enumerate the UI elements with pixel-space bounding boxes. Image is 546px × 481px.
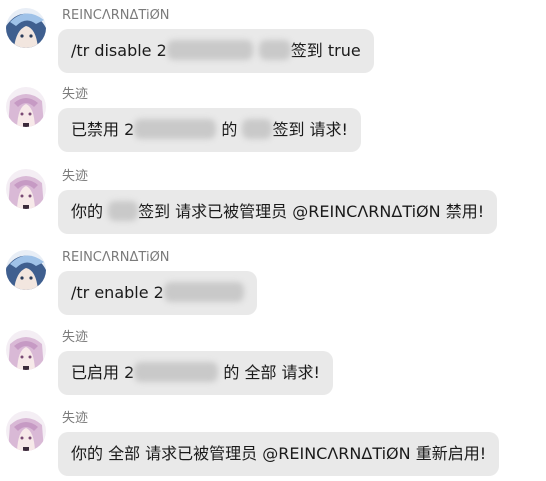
message-text: 你的 — [71, 202, 109, 221]
avatar[interactable] — [6, 330, 46, 370]
message-text: 的 — [216, 120, 243, 139]
message-text: /tr disable 2 — [71, 41, 167, 60]
message-text: /tr enable 2 — [71, 283, 164, 302]
sender-name: REINCΛRNΔTiØN — [62, 8, 170, 23]
avatar[interactable] — [6, 8, 46, 48]
redacted-text — [134, 119, 217, 139]
message-text: 的 全部 请求! — [218, 363, 320, 382]
message-bubble[interactable]: 你的 全部 请求已被管理员 @REINCΛRNΔTiØN 重新启用! — [58, 432, 500, 476]
anime-pink-avatar-icon — [6, 169, 46, 209]
anime-blue-avatar-icon — [6, 250, 46, 290]
message-text: 已禁用 2 — [71, 120, 135, 139]
message-bubble[interactable]: 已启用 2 的 全部 请求! — [58, 351, 333, 395]
message-bubble[interactable]: 已禁用 2 的 签到 请求! — [58, 108, 361, 152]
redacted-text — [242, 119, 273, 139]
message-bubble[interactable]: 你的 签到 请求已被管理员 @REINCΛRNΔTiØN 禁用! — [58, 190, 498, 234]
anime-pink-avatar-icon — [6, 330, 46, 370]
anime-blue-avatar-icon — [6, 8, 46, 48]
avatar[interactable] — [6, 87, 46, 127]
message-bubble[interactable]: /tr enable 2 — [58, 271, 257, 315]
message-text: 你的 全部 请求已被管理员 @REINCΛRNΔTiØN 重新启用! — [71, 444, 487, 463]
avatar[interactable] — [6, 169, 46, 209]
message-text: 签到 请求! — [272, 120, 348, 139]
message-text: 已启用 2 — [71, 363, 135, 382]
redacted-text — [163, 282, 244, 302]
message-text: 签到 true — [290, 41, 361, 60]
redacted-text — [108, 201, 139, 221]
redacted-text — [258, 40, 291, 60]
avatar[interactable] — [6, 411, 46, 451]
sender-name: 失迹 — [62, 330, 89, 345]
sender-name: 失迹 — [62, 411, 89, 426]
message-text: 签到 请求已被管理员 @REINCΛRNΔTiØN 禁用! — [138, 202, 485, 221]
sender-name: 失迹 — [62, 169, 89, 184]
message-bubble[interactable]: /tr disable 2 签到 true — [58, 29, 374, 73]
redacted-text — [134, 362, 219, 382]
sender-name: 失迹 — [62, 87, 89, 102]
redacted-text — [166, 40, 253, 60]
avatar[interactable] — [6, 250, 46, 290]
anime-pink-avatar-icon — [6, 411, 46, 451]
anime-pink-avatar-icon — [6, 87, 46, 127]
sender-name: REINCΛRNΔTiØN — [62, 250, 170, 265]
